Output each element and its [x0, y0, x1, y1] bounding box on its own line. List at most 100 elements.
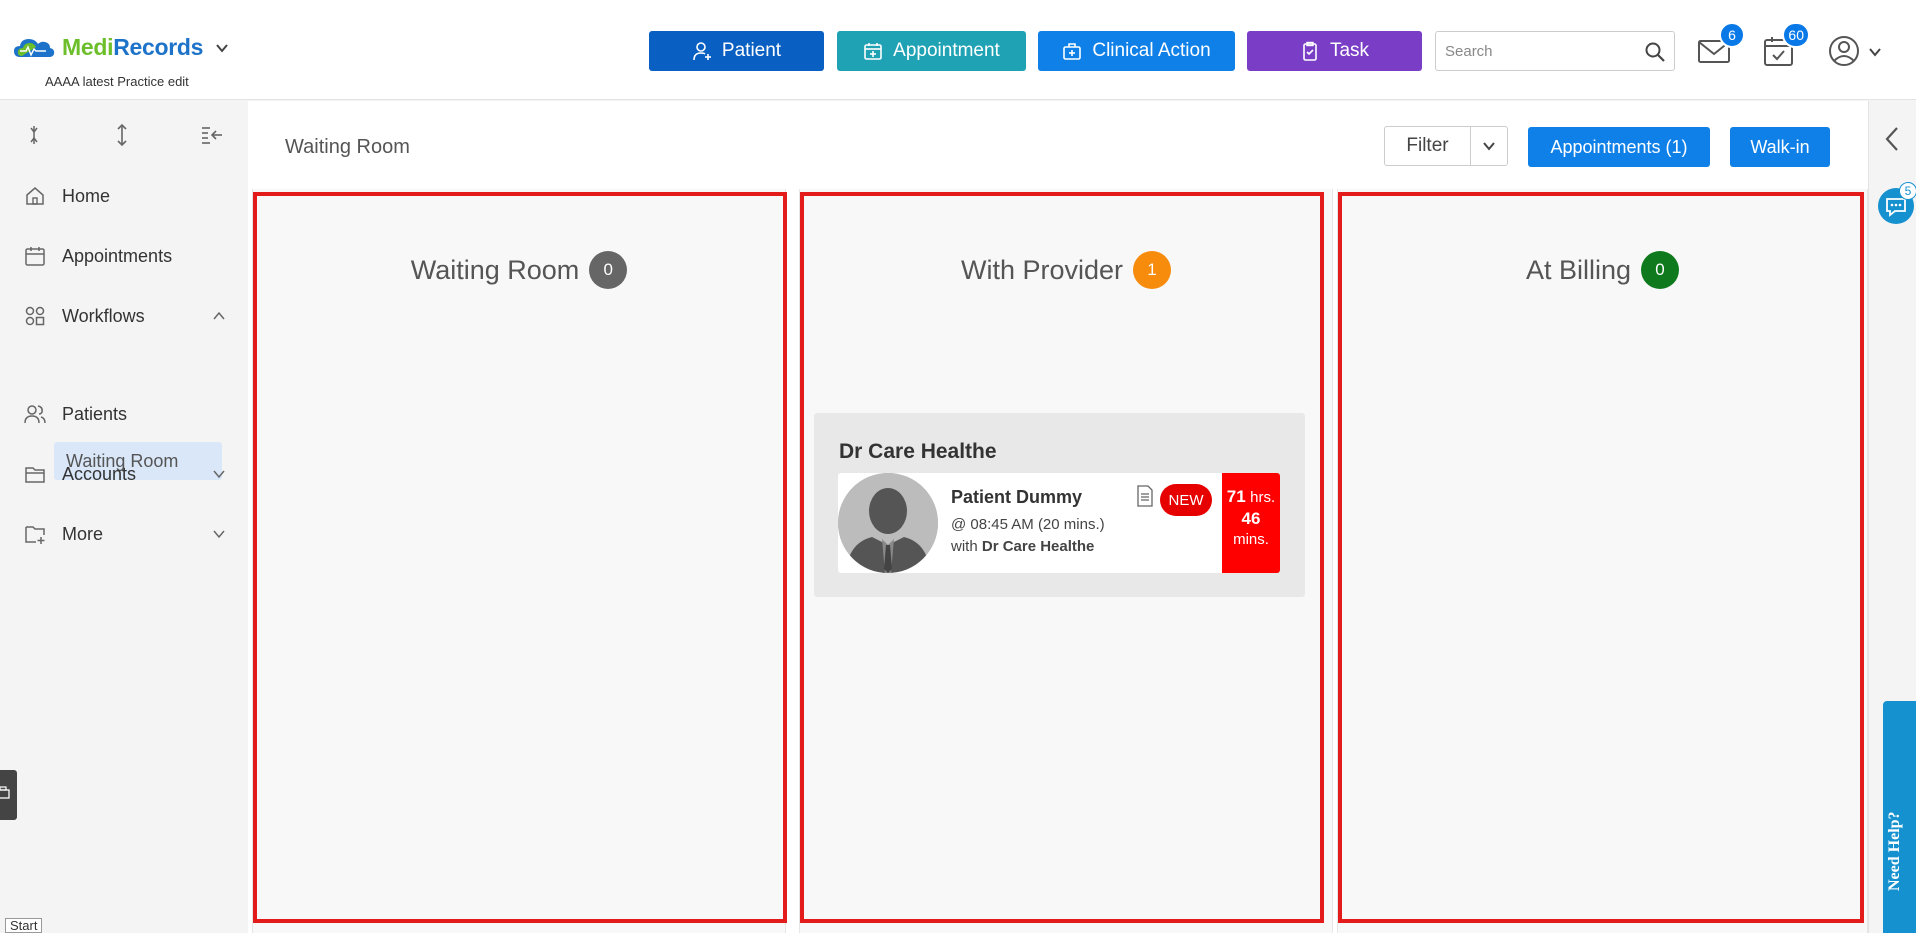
column-title: Waiting Room	[410, 254, 580, 285]
cloud-logo-icon	[14, 38, 55, 57]
appointments-button[interactable]: Appointments (1)	[1528, 127, 1710, 167]
task-button[interactable]: Task	[1247, 31, 1422, 71]
with-doctor: Dr Care Healthe	[981, 538, 1095, 555]
patient-name[interactable]: Patient Dummy	[951, 487, 1082, 508]
timer-hours: 71	[1226, 487, 1246, 506]
sidebar-item-accounts[interactable]: Accounts	[24, 459, 225, 489]
walk-in-button[interactable]: Walk-in	[1730, 127, 1830, 167]
sidebar-toolbar	[0, 123, 248, 151]
appointment-provider: with Dr Care Healthe	[951, 538, 1094, 555]
with-prefix: with	[951, 538, 978, 555]
page-title: Waiting Room	[285, 136, 410, 158]
calendar-plus-icon	[864, 43, 882, 60]
wait-timer: 71 hrs. 46 mins.	[1222, 473, 1280, 573]
sidebar-item-label: More	[62, 523, 104, 544]
appointment-button[interactable]: Appointment	[837, 31, 1026, 71]
sidebar-item-more[interactable]: More	[24, 519, 225, 549]
clinical-action-button-label: Clinical Action	[1092, 40, 1211, 61]
collapse-sidebar-icon[interactable]	[200, 123, 224, 147]
need-help-tab[interactable]: Need Help?	[1883, 701, 1916, 933]
patient-card[interactable]: Patient Dummy @ 08:45 AM (20 mins.) with…	[838, 473, 1280, 573]
calendar-icon	[25, 247, 45, 266]
right-panel: 5 Need Help?	[1868, 101, 1916, 933]
need-help-label: Need Help?	[1886, 811, 1903, 891]
folder-icon	[25, 467, 45, 483]
sidebar-item-home[interactable]: Home	[24, 181, 224, 211]
messages-button[interactable]: 6	[1697, 22, 1745, 68]
sidebar-item-appointments[interactable]: Appointments	[24, 241, 224, 271]
main-content: Waiting Room Filter Appointments (1) Wal…	[248, 101, 1868, 933]
sidebar: Home Appointments Workflows Waiting Room…	[0, 101, 248, 933]
sidebar-item-label: Home	[62, 185, 111, 206]
patient-button[interactable]: Patient	[649, 31, 824, 71]
avatar	[838, 473, 938, 573]
sidebar-item-workflows[interactable]: Workflows	[24, 301, 225, 331]
expand-all-icon[interactable]	[110, 123, 134, 147]
appointment-button-label: Appointment	[893, 40, 1000, 61]
sidebar-item-label: Appointments	[62, 245, 173, 266]
person-silhouette-icon	[838, 473, 938, 573]
filter-toggle[interactable]	[1471, 127, 1507, 165]
chevron-up-icon	[213, 311, 225, 320]
side-printer-tab[interactable]	[0, 770, 17, 820]
top-header: MediRecords AAAA latest Practice edit Pa…	[0, 0, 1916, 100]
timer-minutes: 46	[1241, 509, 1261, 528]
column-header: At Billing 0	[1338, 251, 1867, 289]
document-icon[interactable]	[1136, 485, 1154, 507]
workflow-icon	[25, 306, 45, 326]
search-input[interactable]	[1436, 32, 1636, 70]
filter-dropdown[interactable]: Filter	[1384, 126, 1508, 166]
search-icon[interactable]	[1644, 41, 1666, 63]
column-count-badge: 0	[1641, 251, 1680, 289]
column-count-badge: 1	[1133, 251, 1172, 289]
chevron-down-icon	[213, 470, 225, 479]
sidebar-item-patients[interactable]: Patients	[24, 399, 224, 429]
home-icon	[26, 187, 44, 205]
column-header: Waiting Room 0	[253, 251, 785, 289]
collapse-all-icon[interactable]	[22, 123, 46, 147]
column-highlight	[1338, 192, 1864, 923]
chevron-down-icon	[213, 530, 225, 539]
chevron-left-icon[interactable]	[1881, 125, 1903, 153]
add-user-icon	[693, 42, 711, 61]
appointment-time: @ 08:45 AM (20 mins.)	[951, 516, 1105, 533]
search-box	[1435, 31, 1675, 71]
sidebar-item-label: Accounts	[62, 463, 137, 484]
timer-hours-unit: hrs.	[1250, 489, 1276, 506]
timer-minutes-unit: mins.	[1233, 531, 1269, 548]
provider-name: Dr Care Healthe	[839, 440, 997, 463]
new-patient-badge: NEW	[1160, 484, 1212, 516]
mail-badge: 6	[1719, 22, 1745, 48]
users-icon	[24, 405, 46, 424]
clinical-action-button[interactable]: Clinical Action	[1038, 31, 1235, 71]
brand-name: MediRecords	[62, 34, 204, 60]
column-waiting-room: Waiting Room 0	[252, 189, 787, 933]
chat-badge: 5	[1899, 182, 1916, 200]
column-at-billing: At Billing 0	[1337, 189, 1868, 933]
practice-name: AAAA latest Practice edit	[45, 74, 189, 89]
column-with-provider: With Provider 1 Dr Care Healthe Patient …	[799, 189, 1333, 933]
calendar-badge: 60	[1782, 22, 1810, 48]
patient-button-label: Patient	[721, 40, 782, 61]
medical-bag-icon	[1063, 43, 1082, 60]
filter-button[interactable]: Filter	[1385, 127, 1471, 165]
clipboard-check-icon	[1303, 41, 1317, 61]
column-highlight	[253, 192, 787, 923]
task-button-label: Task	[1329, 40, 1370, 61]
user-menu-button[interactable]	[1827, 34, 1861, 68]
folder-plus-icon	[25, 526, 45, 544]
start-label: Start	[5, 918, 43, 933]
provider-group: Dr Care Healthe Patient Dummy @ 08:45 AM…	[814, 413, 1305, 597]
chevron-down-icon[interactable]	[1868, 45, 1882, 59]
column-title: With Provider	[960, 254, 1124, 285]
tasks-calendar-button[interactable]: 60	[1762, 22, 1810, 68]
printer-icon	[0, 786, 10, 799]
sidebar-item-label: Workflows	[62, 305, 145, 326]
sidebar-item-label: Patients	[62, 403, 128, 424]
chevron-down-icon[interactable]	[215, 41, 229, 55]
column-count-badge: 0	[589, 251, 628, 289]
brand-logo[interactable]: MediRecords	[12, 34, 229, 61]
column-header: With Provider 1	[800, 251, 1332, 289]
column-title: At Billing	[1525, 254, 1632, 285]
user-circle-icon	[1829, 36, 1859, 66]
